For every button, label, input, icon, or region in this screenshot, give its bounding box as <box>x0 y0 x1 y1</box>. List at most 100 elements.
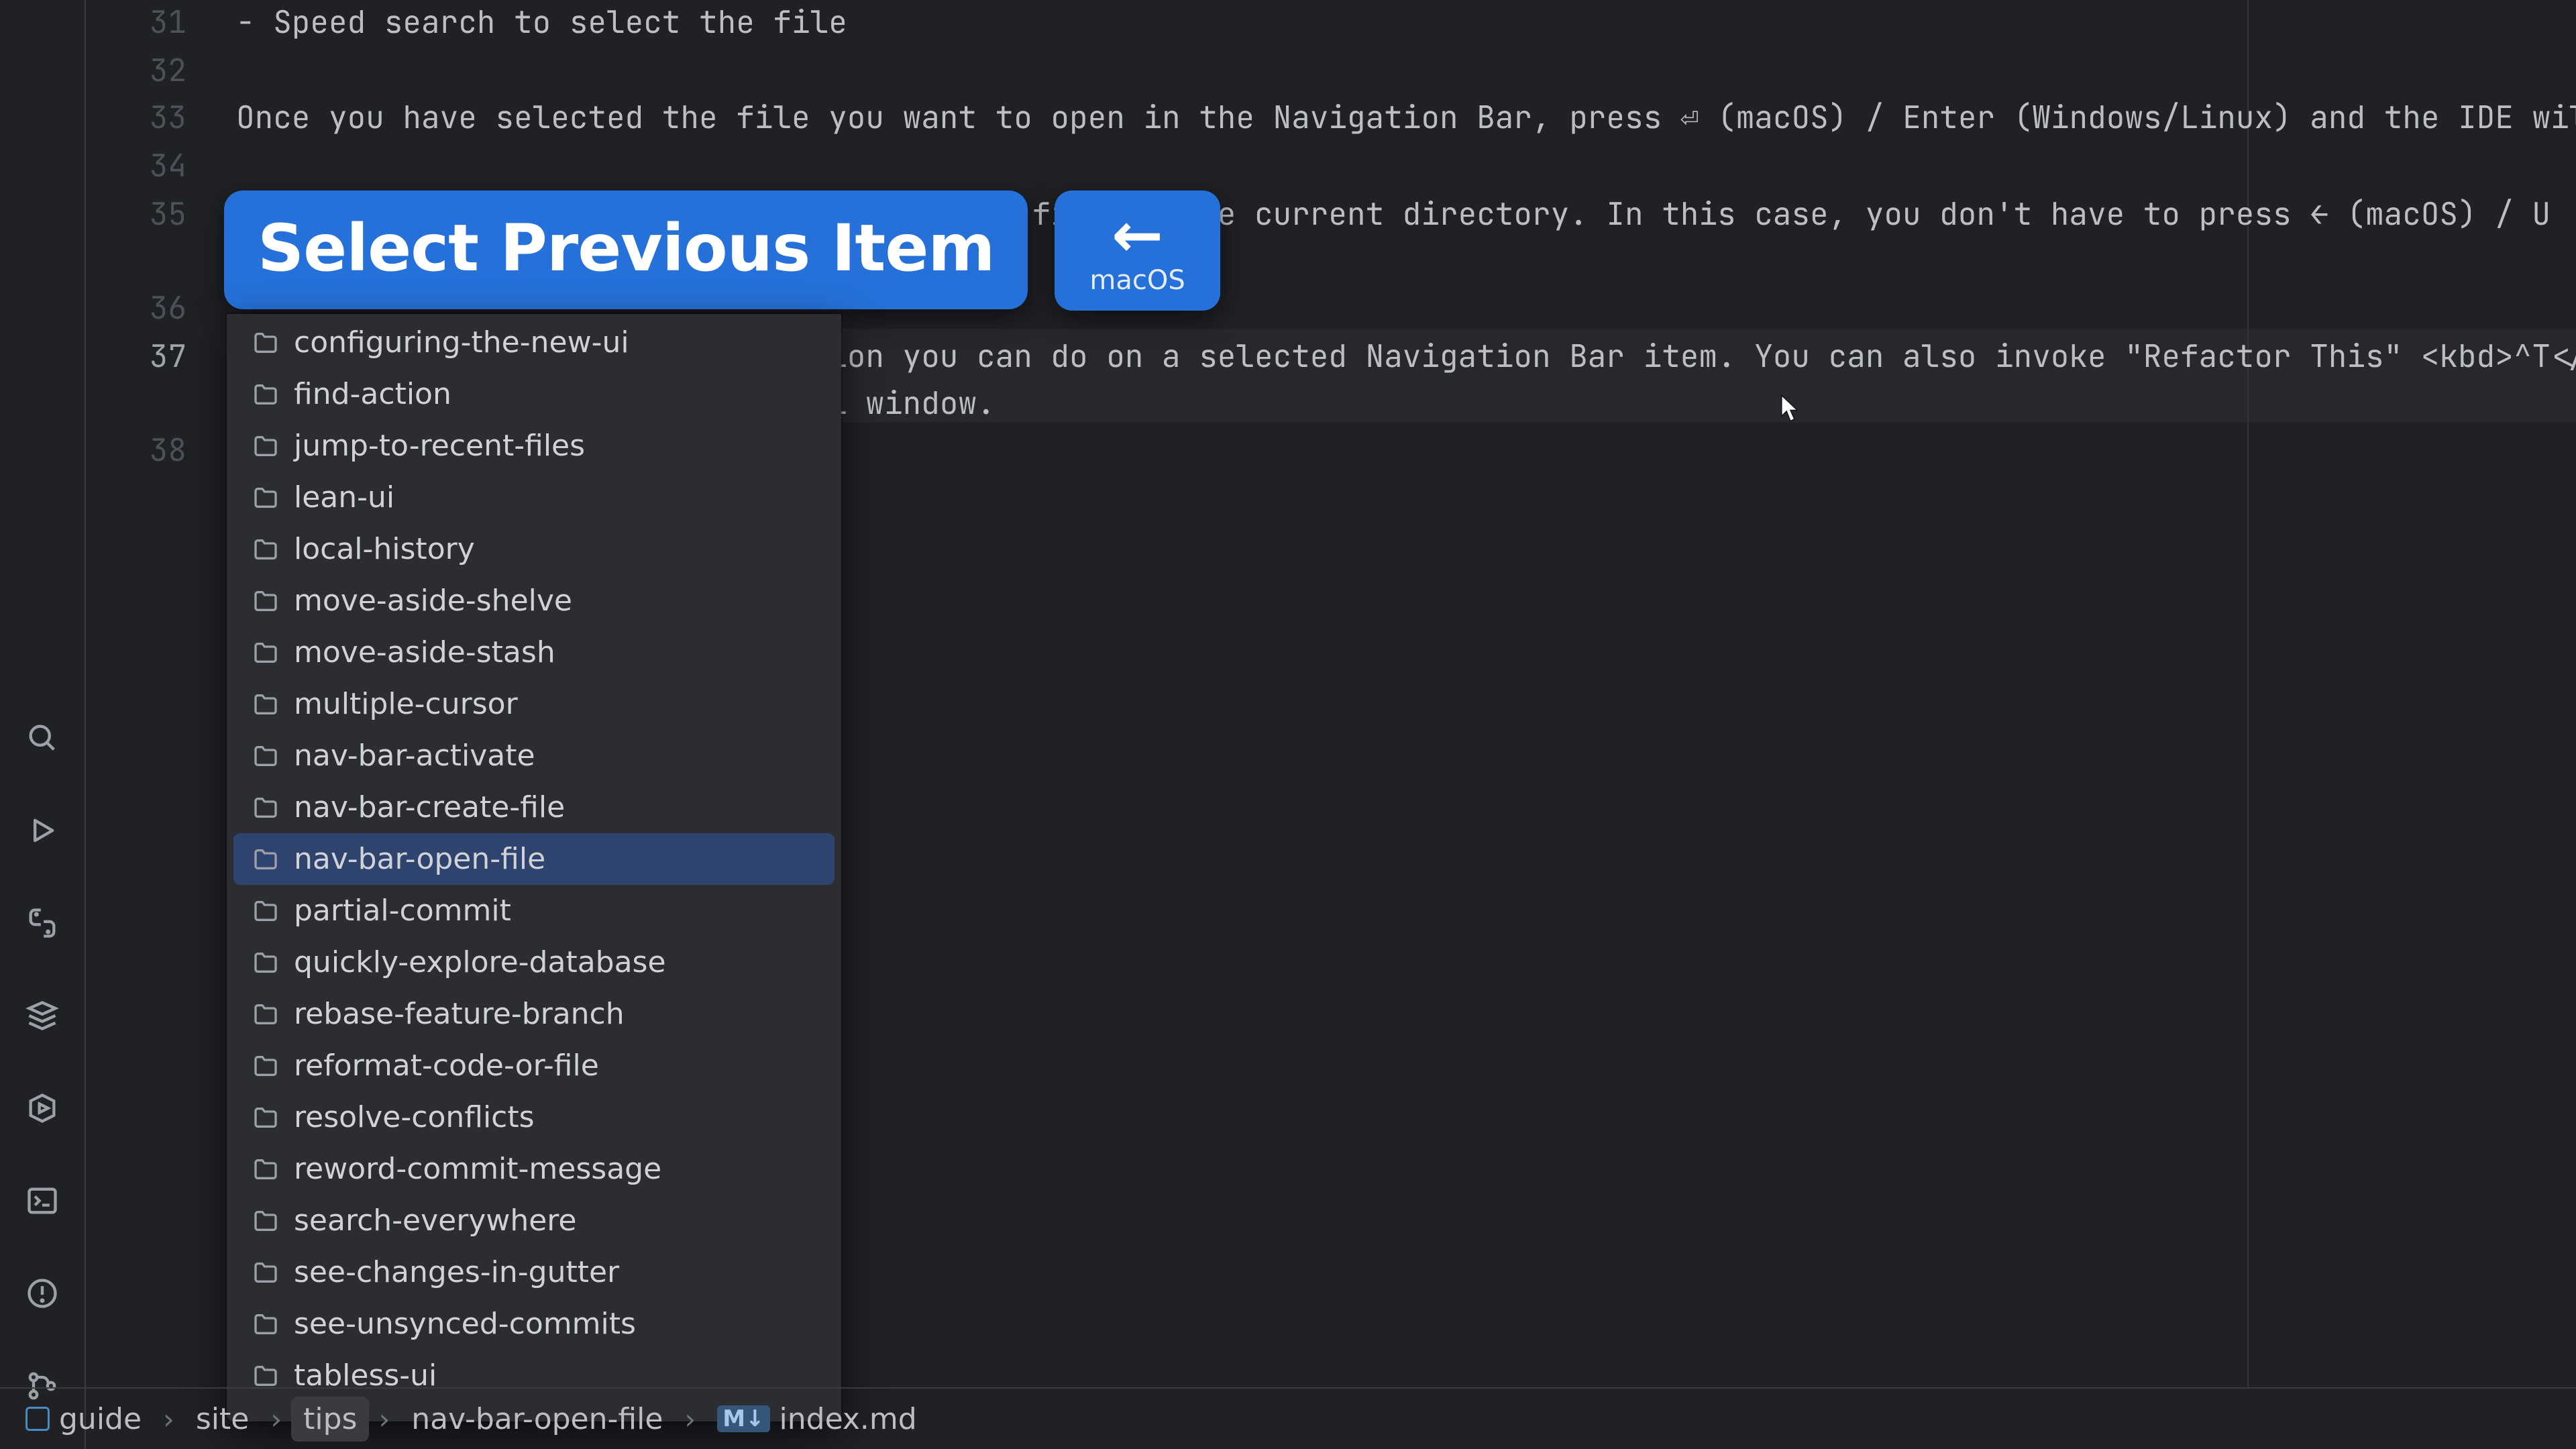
folder-icon <box>252 329 279 356</box>
line-number: 34 <box>119 150 186 181</box>
folder-icon <box>252 1104 279 1131</box>
folder-icon <box>252 898 279 924</box>
dropdown-item-label: configuring-the-new-ui <box>294 325 629 360</box>
folder-icon <box>252 639 279 666</box>
breadcrumb-item[interactable]: site <box>184 1397 261 1442</box>
code-line: Once you have selected the file you want… <box>236 102 2576 133</box>
line-number: 36 <box>119 292 186 323</box>
line-number: 35 <box>119 199 186 229</box>
dropdown-item[interactable]: partial-commit <box>233 885 835 936</box>
dropdown-item-label: local-history <box>294 532 475 566</box>
dropdown-item[interactable]: search-everywhere <box>233 1195 835 1246</box>
dropdown-item-label: lean-ui <box>294 480 394 515</box>
dropdown-item[interactable]: quickly-explore-database <box>233 936 835 988</box>
folder-icon <box>252 743 279 769</box>
dropdown-item-label: nav-bar-open-file <box>294 842 545 876</box>
folder-icon <box>252 536 279 563</box>
dropdown-item-label: resolve-conflicts <box>294 1100 535 1134</box>
line-number: 32 <box>119 55 186 86</box>
dropdown-item-label: rebase-feature-branch <box>294 997 625 1031</box>
chevron-right-icon: › <box>270 1403 282 1436</box>
problems-icon[interactable] <box>22 1273 62 1313</box>
breadcrumb-item[interactable]: tips <box>291 1397 369 1442</box>
dropdown-item[interactable]: move-aside-shelve <box>233 575 835 627</box>
folder-icon <box>252 1311 279 1338</box>
dropdown-item[interactable]: local-history <box>233 523 835 575</box>
run-icon[interactable] <box>22 810 62 851</box>
folder-icon <box>252 433 279 460</box>
dropdown-item-label: reformat-code-or-file <box>294 1049 599 1083</box>
dropdown-item-label: move-aside-shelve <box>294 584 572 618</box>
dropdown-item-label: nav-bar-activate <box>294 739 535 773</box>
breadcrumb-label: tips <box>303 1402 357 1436</box>
dropdown-item-label: multiple-cursor <box>294 687 518 721</box>
dropdown-item[interactable]: configuring-the-new-ui <box>233 317 835 368</box>
line-number: 37 <box>119 341 186 372</box>
left-tool-strip <box>0 0 86 1449</box>
breadcrumb-label: index.md <box>780 1402 917 1436</box>
python-console-icon[interactable] <box>22 903 62 943</box>
breadcrumb[interactable]: guide › site › tips › nav-bar-open-file › M↓ inde… <box>0 1387 2576 1449</box>
folder-icon <box>252 1001 279 1028</box>
debug-icon[interactable] <box>22 1088 62 1128</box>
dropdown-item[interactable]: reword-commit-message <box>233 1143 835 1195</box>
line-number: 31 <box>119 7 186 38</box>
dropdown-item-label: search-everywhere <box>294 1203 576 1238</box>
folder-icon <box>252 1053 279 1079</box>
dropdown-item[interactable]: see-changes-in-gutter <box>233 1246 835 1298</box>
shortcut-box: ← macOS <box>1055 191 1220 311</box>
dropdown-item-label: quickly-explore-database <box>294 945 666 979</box>
breadcrumb-item[interactable]: guide <box>13 1397 154 1442</box>
dropdown-item-label: jump-to-recent-files <box>294 429 585 463</box>
folder-icon <box>252 1362 279 1389</box>
search-icon[interactable] <box>22 718 62 758</box>
presentation-tooltip: Select Previous Item ← macOS <box>224 191 1220 311</box>
dropdown-item-label: reword-commit-message <box>294 1152 661 1186</box>
folder-icon <box>252 846 279 873</box>
dropdown-item[interactable]: see-unsynced-commits <box>233 1298 835 1350</box>
terminal-icon[interactable] <box>22 1181 62 1221</box>
breadcrumb-item[interactable]: nav-bar-open-file <box>399 1397 675 1442</box>
dropdown-item-label: nav-bar-create-file <box>294 790 565 824</box>
dropdown-item-label: partial-commit <box>294 894 511 928</box>
services-icon[interactable] <box>22 996 62 1036</box>
chevron-right-icon: › <box>378 1403 390 1436</box>
dropdown-item-label: find-action <box>294 377 451 411</box>
folder-icon <box>252 1259 279 1286</box>
dropdown-item-label: see-changes-in-gutter <box>294 1255 619 1289</box>
dropdown-item[interactable]: move-aside-stash <box>233 627 835 678</box>
folder-icon <box>252 381 279 408</box>
dropdown-item-label: move-aside-stash <box>294 635 555 669</box>
dropdown-item[interactable]: rebase-feature-branch <box>233 988 835 1040</box>
chevron-right-icon: › <box>163 1403 174 1436</box>
dropdown-item[interactable]: reformat-code-or-file <box>233 1040 835 1091</box>
folder-icon <box>252 1208 279 1234</box>
code-line: - Speed search to select the file <box>236 7 2576 38</box>
dropdown-item[interactable]: nav-bar-create-file <box>233 782 835 833</box>
breadcrumb-item[interactable]: M↓ index.md <box>705 1397 928 1442</box>
dropdown-item[interactable]: find-action <box>233 368 835 420</box>
dropdown-item[interactable]: multiple-cursor <box>233 678 835 730</box>
dropdown-item[interactable]: nav-bar-open-file <box>233 833 835 885</box>
project-icon <box>25 1407 50 1431</box>
line-number: 33 <box>119 102 186 133</box>
folder-icon <box>252 588 279 614</box>
dropdown-item-label: see-unsynced-commits <box>294 1307 636 1341</box>
markdown-icon: M↓ <box>717 1405 769 1432</box>
dropdown-item[interactable]: nav-bar-activate <box>233 730 835 782</box>
chevron-right-icon: › <box>684 1403 696 1436</box>
nav-bar-dropdown[interactable]: configuring-the-new-ui find-action jump-to… <box>227 314 841 1421</box>
breadcrumb-label: guide <box>59 1402 142 1436</box>
breadcrumb-label: nav-bar-open-file <box>411 1402 663 1436</box>
mouse-cursor <box>1780 394 1801 424</box>
folder-icon <box>252 949 279 976</box>
line-number: 38 <box>119 435 186 466</box>
shortcut-os: macOS <box>1089 265 1185 296</box>
folder-icon <box>252 484 279 511</box>
dropdown-item[interactable]: resolve-conflicts <box>233 1091 835 1143</box>
dropdown-item[interactable]: jump-to-recent-files <box>233 420 835 472</box>
editor-gutter: 31 32 33 34 35 36 37 38 <box>86 0 227 1387</box>
dropdown-item[interactable]: lean-ui <box>233 472 835 523</box>
folder-icon <box>252 691 279 718</box>
folder-icon <box>252 794 279 821</box>
